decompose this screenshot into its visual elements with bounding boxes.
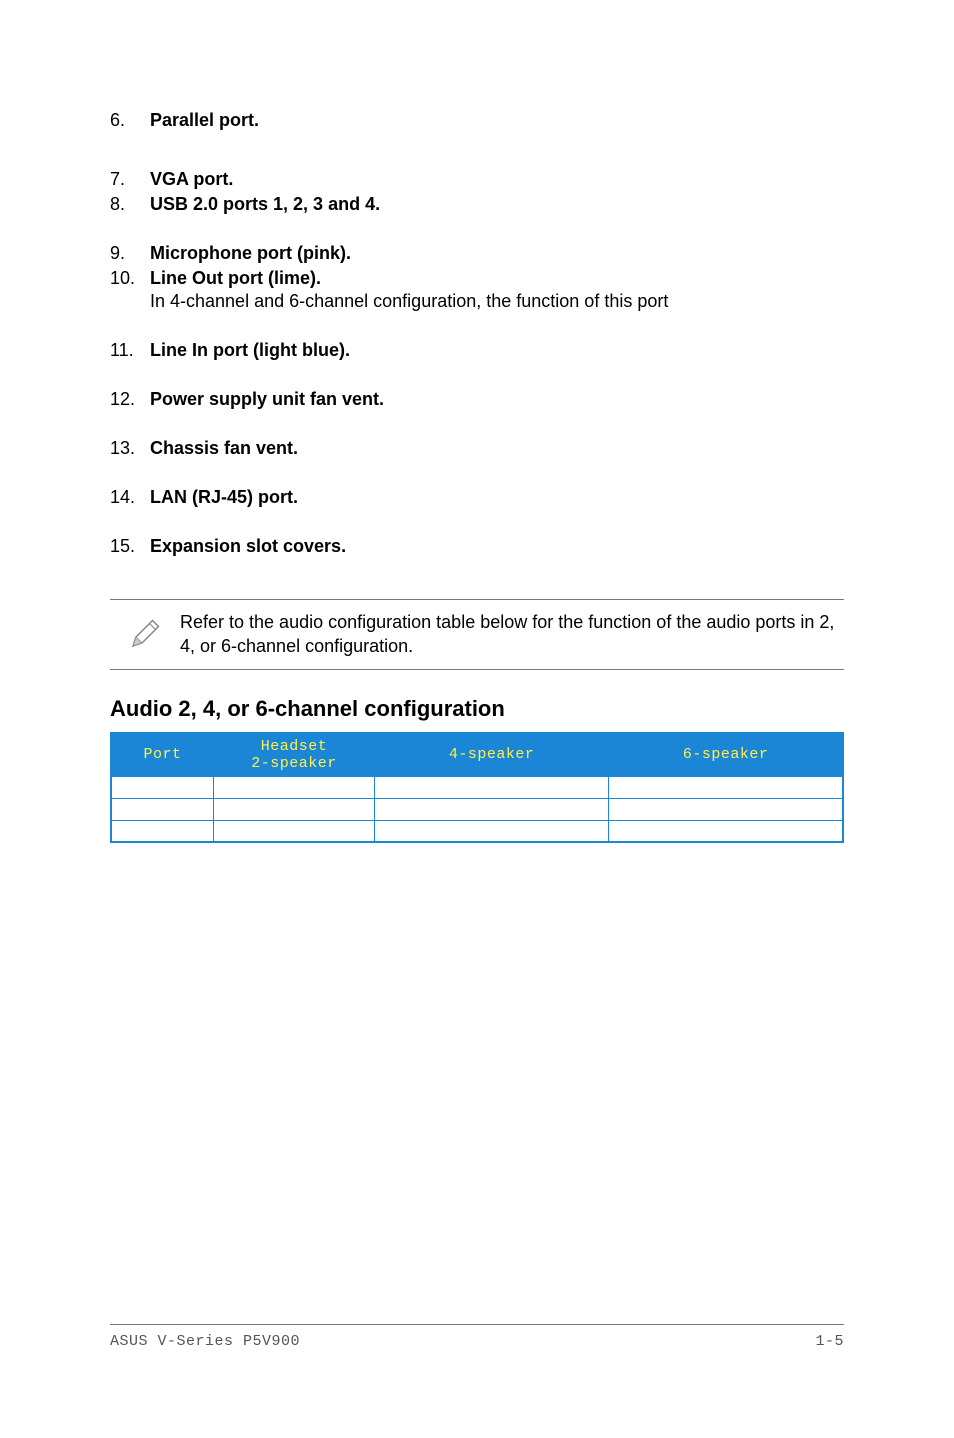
table-row [111,820,843,842]
list-item-8: 8. USB 2.0 ports 1, 2, 3 and 4. [110,194,844,215]
item-label: Power supply unit fan vent. [150,389,384,410]
table-header-4speaker: 4-speaker [375,733,609,777]
item-number: 14. [110,487,150,508]
table-row [111,776,843,798]
list-item-9: 9. Microphone port (pink). [110,243,844,264]
list-item-14: 14. LAN (RJ-45) port. [110,487,844,508]
item-label: Expansion slot covers. [150,536,346,557]
item-subtext: In 4-channel and 6-channel configuration… [150,291,844,312]
note-text: Refer to the audio configuration table b… [180,610,844,659]
item-label: VGA port. [150,169,233,190]
item-label: Microphone port (pink). [150,243,351,264]
item-label: LAN (RJ-45) port. [150,487,298,508]
list-item-10: 10. Line Out port (lime). [110,268,844,289]
list-item-7: 7. VGA port. [110,169,844,190]
item-label: Chassis fan vent. [150,438,298,459]
list-item-15: 15. Expansion slot covers. [110,536,844,557]
item-label: USB 2.0 ports 1, 2, 3 and 4. [150,194,380,215]
table-header-port: Port [111,733,213,777]
item-number: 8. [110,194,150,215]
item-label: Line Out port (lime). [150,268,321,289]
item-number: 7. [110,169,150,190]
table-header-headset: Headset 2-speaker [213,733,374,777]
item-label: Line In port (light blue). [150,340,350,361]
list-item-13: 13. Chassis fan vent. [110,438,844,459]
section-title: Audio 2, 4, or 6-channel configuration [110,696,844,722]
item-number: 15. [110,536,150,557]
item-number: 10. [110,268,150,289]
list-item-12: 12. Power supply unit fan vent. [110,389,844,410]
item-label: Parallel port. [150,110,259,131]
list-item-11: 11. Line In port (light blue). [110,340,844,361]
footer-product: ASUS V-Series P5V900 [110,1333,300,1350]
table-header-6speaker: 6-speaker [609,733,843,777]
item-number: 13. [110,438,150,459]
footer-page-number: 1-5 [815,1333,844,1350]
item-number: 12. [110,389,150,410]
item-number: 6. [110,110,150,131]
item-number: 9. [110,243,150,264]
list-item-6: 6. Parallel port. [110,110,844,131]
pencil-note-icon [110,610,180,652]
audio-config-table: Port Headset 2-speaker 4-speaker 6-speak… [110,732,844,844]
note-box: Refer to the audio configuration table b… [110,599,844,670]
item-number: 11. [110,340,150,361]
page-footer: ASUS V-Series P5V900 1-5 [110,1324,844,1350]
table-row [111,798,843,820]
